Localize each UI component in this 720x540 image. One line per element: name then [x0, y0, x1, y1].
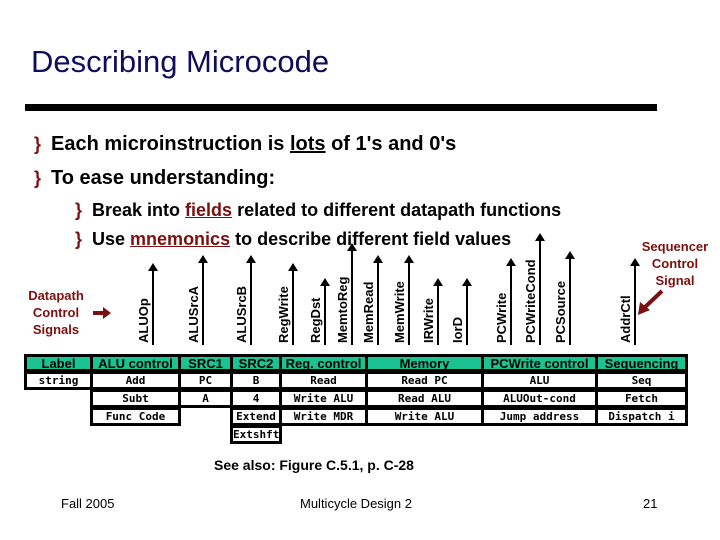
field-value: Func Code — [90, 407, 181, 426]
subbullet-2: } Use mnemonics to describe different fie… — [75, 229, 511, 250]
signal-label: MemWrite — [392, 281, 407, 343]
column-header: ALU control — [90, 354, 181, 372]
signal-arrow-icon — [535, 233, 545, 345]
signal-label: ALUSrcA — [186, 285, 201, 343]
field-value: 4 — [230, 389, 282, 408]
field-value: Extshft — [230, 425, 282, 444]
bullet-text: to describe different field values — [230, 229, 512, 249]
column-header: Reg. control — [279, 354, 368, 372]
page-number: 21 — [643, 496, 658, 511]
bullet-2: } To ease understanding: — [34, 167, 275, 190]
label-line: Control — [651, 256, 699, 271]
bullet-icon: } — [75, 229, 83, 249]
bullet-text: related to different datapath functions — [232, 200, 562, 220]
field-value: ALU — [481, 371, 598, 390]
signal-arrow-icon — [433, 278, 443, 345]
bullet-icon: } — [34, 134, 42, 154]
signal-label: IorD — [450, 317, 465, 343]
bullet-text: To ease understanding: — [51, 167, 276, 189]
red-diagonal-arrow-icon — [638, 289, 664, 315]
bullet-text: Break into — [92, 200, 186, 220]
bullet-emphasis: lots — [289, 133, 326, 155]
field-value: string — [24, 371, 93, 390]
bullet-emphasis: mnemonics — [130, 229, 231, 249]
signal-label: MemtoReg — [335, 276, 350, 343]
signal-arrow-icon — [373, 255, 383, 345]
field-value: Add — [90, 371, 181, 390]
signal-label: PCSource — [553, 280, 568, 343]
subbullet-1: } Break into fields related to different … — [75, 200, 561, 221]
field-value: Dispatch i — [595, 407, 688, 426]
field-value: ALUOut-cond — [481, 389, 598, 408]
label-line: Signals — [32, 322, 80, 337]
field-value: Seq — [595, 371, 688, 390]
field-value: Read ALU — [365, 389, 484, 408]
signal-arrow-icon — [347, 243, 357, 345]
field-value: Write ALU — [365, 407, 484, 426]
column-header: SRC2 — [230, 354, 282, 372]
field-value: Jump address — [481, 407, 598, 426]
signal-arrow-icon — [565, 251, 575, 345]
label-line: Sequencer — [641, 239, 709, 254]
signal-arrow-icon — [148, 263, 158, 345]
signal-label: RegDst — [308, 297, 323, 343]
label-line: Datapath — [28, 288, 84, 303]
column-header: Label — [24, 354, 93, 372]
signal-arrow-icon — [462, 278, 472, 345]
field-value: Subt — [90, 389, 181, 408]
signal-label: MemRead — [361, 281, 376, 343]
footer-date: Fall 2005 — [61, 496, 115, 511]
signal-label: PCWrite — [494, 292, 509, 343]
footer-title: Multicycle Design 2 — [300, 496, 412, 511]
title-divider — [25, 104, 657, 111]
signal-label: RegWrite — [276, 286, 291, 343]
field-value: A — [178, 389, 233, 408]
field-value: Read PC — [365, 371, 484, 390]
label-line: Control — [32, 305, 80, 320]
slide-title: Describing Microcode — [31, 44, 330, 79]
field-value: Read — [279, 371, 368, 390]
bullet-text: Use — [92, 229, 131, 249]
bullet-text: of 1's and 0's — [325, 133, 457, 155]
signal-label: ALUOp — [136, 298, 151, 343]
column-header: Memory — [365, 354, 484, 372]
signal-arrow-icon — [246, 255, 256, 345]
signal-label: AddrCtl — [618, 295, 633, 343]
bullet-icon: } — [75, 200, 83, 220]
see-also-note: See also: Figure C.5.1, p. C-28 — [214, 457, 414, 473]
signal-arrow-icon — [320, 278, 330, 345]
signal-arrow-icon — [506, 258, 516, 345]
field-value: Extend — [230, 407, 282, 426]
field-value: Fetch — [595, 389, 688, 408]
column-header: SRC1 — [178, 354, 233, 372]
column-header: Sequencing — [595, 354, 688, 372]
bullet-1: } Each microinstruction is lots of 1's an… — [34, 133, 456, 156]
field-value: PC — [178, 371, 233, 390]
red-arrow-head — [103, 307, 111, 319]
slide: Describing Microcode } Each microinstruct… — [0, 0, 720, 540]
signal-arrow-icon — [288, 263, 298, 345]
signal-arrow-icon — [404, 255, 414, 345]
field-value: Write ALU — [279, 389, 368, 408]
bullet-icon: } — [34, 168, 42, 188]
bullet-emphasis: fields — [185, 200, 233, 220]
field-value: B — [230, 371, 282, 390]
signal-label: IRWrite — [421, 297, 436, 343]
bullet-text: Each microinstruction is — [51, 133, 290, 155]
field-value: Write MDR — [279, 407, 368, 426]
signal-arrow-icon — [630, 258, 640, 345]
signal-label: PCWriteCond — [523, 259, 538, 343]
signal-label: ALUSrcB — [234, 285, 249, 343]
label-line: Signal — [655, 273, 695, 288]
sequencer-control-label: Sequencer Control Signal — [636, 238, 714, 289]
signal-arrow-icon — [198, 255, 208, 345]
column-header: PCWrite control — [481, 354, 598, 372]
datapath-control-label: Datapath Control Signals — [22, 287, 90, 338]
red-arrow — [93, 311, 103, 315]
